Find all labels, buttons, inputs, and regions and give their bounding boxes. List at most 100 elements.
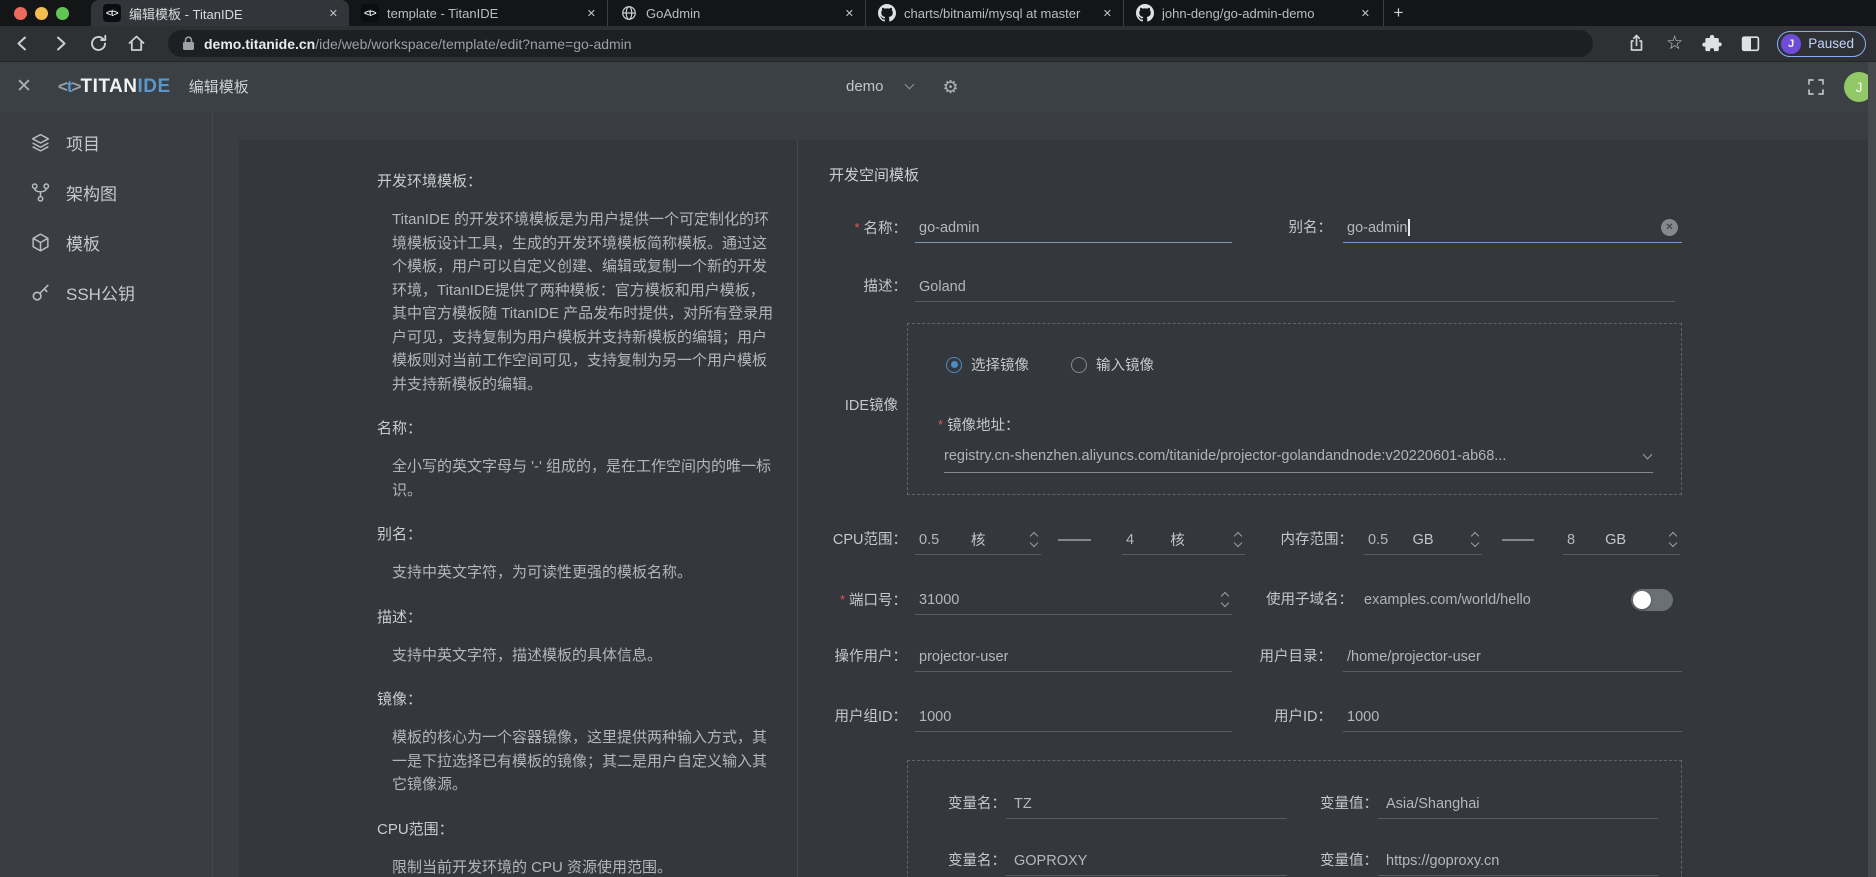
cpu-min-unit: 核 [971, 529, 1000, 550]
user-dir-value: /home/projector-user [1347, 649, 1481, 665]
radio-input-image[interactable]: 输入镜像 [1071, 354, 1154, 375]
share-icon[interactable] [1626, 33, 1647, 54]
name-value: go-admin [919, 220, 979, 236]
browser-tab-go-admin-demo[interactable]: john-deng/go-admin-demo ✕ [1123, 0, 1381, 26]
tab-close-icon[interactable]: ✕ [584, 7, 599, 20]
var-name-input[interactable]: GOPROXY [1006, 846, 1287, 876]
back-icon[interactable] [12, 33, 33, 54]
name-input[interactable]: go-admin [915, 213, 1232, 243]
subdomain-toggle[interactable] [1631, 589, 1673, 611]
workspace-selector-group: demo ⚙ [846, 62, 959, 111]
logo-bracket: <t> [58, 77, 81, 97]
sidebar-item-projects[interactable]: 项目 [0, 117, 212, 167]
ide-image-box: 选择镜像 输入镜像 镜像地址： registry.cn-shenzhen.ali… [907, 323, 1682, 495]
sidebar-item-architecture[interactable]: 架构图 [0, 167, 212, 217]
group-id-input[interactable]: 1000 [915, 702, 1232, 732]
sidebar-item-label: 模板 [66, 230, 100, 255]
var-value-input[interactable]: https://goproxy.cn [1378, 846, 1658, 876]
clear-icon[interactable]: ✕ [1661, 219, 1678, 236]
radio-select-image[interactable]: 选择镜像 [946, 354, 1029, 375]
port-label: 端口号： [814, 585, 907, 615]
zoom-window-button[interactable] [56, 7, 69, 20]
forward-icon[interactable] [50, 33, 71, 54]
tab-title: 编辑模板 - TitanIDE [129, 4, 318, 23]
description-input[interactable]: Goland [915, 272, 1675, 302]
titanide-favicon: <t> [361, 4, 379, 22]
port-input[interactable]: 31000 [915, 585, 1232, 615]
op-user-input[interactable]: projector-user [915, 642, 1232, 672]
stepper-icon[interactable] [1235, 533, 1241, 546]
var-name-label: 变量名： [908, 846, 1006, 876]
layers-icon [30, 132, 51, 153]
profile-avatar: J [1781, 34, 1801, 54]
form-row-ids: 用户组ID： 1000 用户ID： 1000 [826, 702, 1682, 732]
tab-close-icon[interactable]: ✕ [1100, 7, 1115, 20]
template-form: 开发空间模板 名称： go-admin 别名： go-admin ✕ 描述： G… [826, 140, 1682, 877]
minimize-window-button[interactable] [35, 7, 48, 20]
cpu-min-value: 0.5 [919, 532, 939, 548]
stepper-icon[interactable] [1472, 533, 1478, 546]
user-id-input[interactable]: 1000 [1343, 702, 1682, 732]
branch-icon [30, 182, 51, 203]
tab-close-icon[interactable]: ✕ [326, 7, 341, 20]
browser-tab-goadmin[interactable]: GoAdmin ✕ [607, 0, 865, 26]
tab-close-icon[interactable]: ✕ [1358, 7, 1373, 20]
name-label: 名称： [814, 213, 907, 243]
browser-tab-template[interactable]: <t> template - TitanIDE ✕ [349, 0, 607, 26]
cpu-max-field[interactable]: 4 核 [1122, 525, 1245, 555]
subdomain-label: 使用子域名： [1226, 585, 1353, 615]
side-panel-icon[interactable] [1740, 33, 1761, 54]
chevron-down-icon[interactable] [1643, 449, 1653, 459]
sidebar-item-label: SSH公钥 [66, 280, 135, 305]
subdomain-example: examples.com/world/hello [1364, 585, 1531, 615]
cpu-range-label: CPU范围： [814, 525, 907, 555]
alias-input[interactable]: go-admin ✕ [1343, 213, 1682, 243]
key-icon [30, 282, 51, 303]
help-heading: 开发环境模板： [377, 170, 779, 191]
macos-traffic-lights [0, 0, 91, 26]
globe-icon [620, 4, 638, 22]
var-name-input[interactable]: TZ [1006, 789, 1287, 819]
github-icon [878, 4, 896, 22]
extensions-icon[interactable] [1702, 33, 1723, 54]
address-bar[interactable]: demo.titanide.cn/ide/web/workspace/templ… [168, 30, 1593, 57]
stepper-icon[interactable] [1670, 533, 1676, 546]
image-address-select[interactable]: registry.cn-shenzhen.aliyuncs.com/titani… [944, 439, 1653, 473]
alias-label: 别名： [1236, 213, 1332, 243]
memory-max-unit: GB [1605, 532, 1640, 548]
help-column: 开发环境模板： TitanIDE 的开发环境模板是为用户提供一个可定制化的环境模… [377, 170, 779, 877]
browser-profile-chip[interactable]: J Paused [1777, 31, 1866, 57]
gear-icon[interactable]: ⚙ [943, 78, 959, 96]
new-tab-button[interactable]: + [1383, 0, 1413, 26]
sidebar: 项目 架构图 模板 SSH公钥 [0, 111, 213, 877]
help-heading: 描述： [377, 606, 779, 627]
memory-min-field[interactable]: 0.5 GB [1364, 525, 1482, 555]
reload-icon[interactable] [88, 33, 109, 54]
bookmark-star-icon[interactable]: ☆ [1664, 33, 1685, 54]
page-scrollbar[interactable] [1868, 62, 1876, 877]
group-id-label: 用户组ID： [814, 702, 907, 732]
fullscreen-icon[interactable] [1806, 77, 1826, 97]
text-cursor [1408, 219, 1410, 236]
workspace-selector[interactable]: demo [846, 78, 884, 95]
sidebar-item-templates[interactable]: 模板 [0, 217, 212, 267]
sidebar-item-ssh-keys[interactable]: SSH公钥 [0, 267, 212, 317]
browser-tab-charts-mysql[interactable]: charts/bitnami/mysql at master ✕ [865, 0, 1123, 26]
cpu-min-field[interactable]: 0.5 核 [915, 525, 1041, 555]
var-value-value: https://goproxy.cn [1386, 853, 1499, 869]
home-icon[interactable] [126, 33, 147, 54]
tab-close-icon[interactable]: ✕ [842, 7, 857, 20]
help-heading: 名称： [377, 417, 779, 438]
close-editor-icon[interactable]: ✕ [16, 75, 32, 98]
content-panel: 开发环境模板： TitanIDE 的开发环境模板是为用户提供一个可定制化的环境模… [239, 140, 1868, 877]
chevron-down-icon[interactable] [904, 80, 914, 90]
close-window-button[interactable] [14, 7, 27, 20]
help-heading: CPU范围： [377, 818, 779, 839]
memory-max-field[interactable]: 8 GB [1563, 525, 1680, 555]
image-address-value: registry.cn-shenzhen.aliyuncs.com/titani… [944, 448, 1634, 464]
user-dir-input[interactable]: /home/projector-user [1343, 642, 1682, 672]
stepper-icon[interactable] [1031, 533, 1037, 546]
browser-tab-edit-template[interactable]: <t> 编辑模板 - TitanIDE ✕ [91, 0, 349, 26]
var-value-input[interactable]: Asia/Shanghai [1378, 789, 1658, 819]
titanide-logo: <t>TITANIDE [58, 76, 171, 98]
